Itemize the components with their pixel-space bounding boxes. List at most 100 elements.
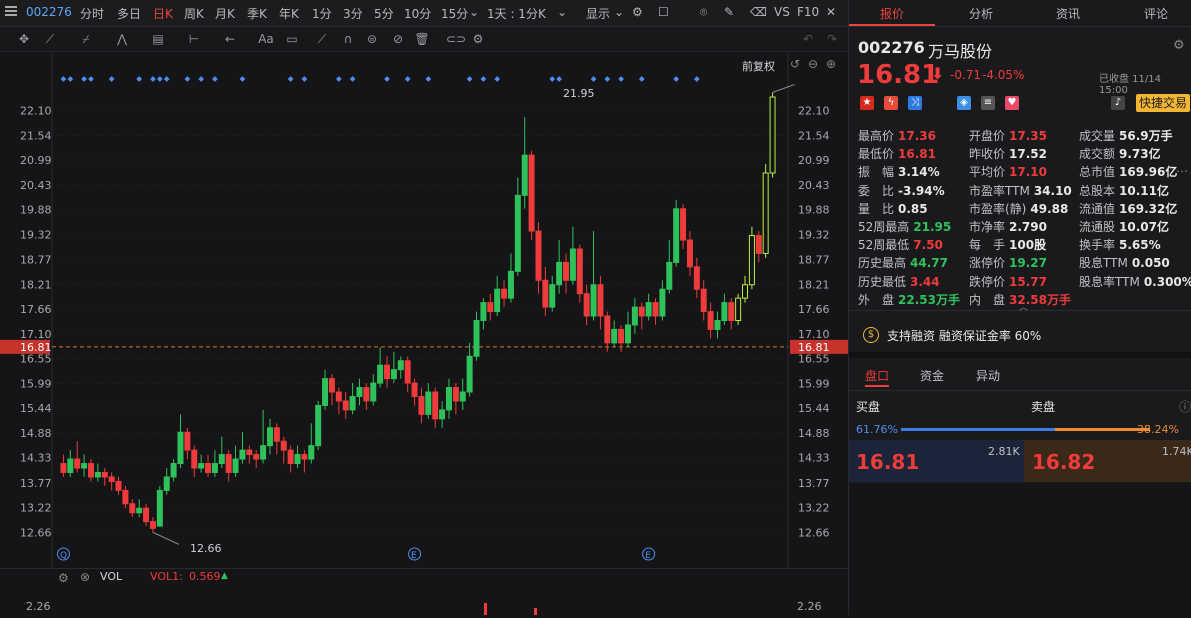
tab-funds[interactable]: 资金	[920, 367, 944, 384]
hide-icon[interactable]: ⊘	[390, 31, 406, 47]
candle-body	[521, 154, 528, 196]
lock-icon[interactable]: ⊜	[364, 31, 380, 47]
candle-body	[631, 306, 638, 326]
chevron-up-icon[interactable]: ︿	[1019, 300, 1028, 313]
channel-tool-icon[interactable]: ⌿	[78, 31, 94, 47]
chevron-down-icon[interactable]: ⌄	[614, 5, 624, 19]
crosshair-icon[interactable]: ✥	[16, 31, 32, 47]
kline-chart[interactable]: 16.81 16.81 QEE 22.10 21.54 20.99 20.43 19.88…	[0, 52, 848, 615]
gear-icon[interactable]: ⚙	[632, 5, 643, 19]
pencil-icon[interactable]: ✎	[724, 5, 734, 19]
zoom-out-icon[interactable]: ⊖	[808, 57, 818, 71]
tab-anomaly[interactable]: 异动	[976, 367, 1000, 384]
lightning-icon[interactable]: ϟ	[884, 96, 898, 110]
gear-icon[interactable]: ⚙	[58, 571, 69, 585]
measure-tool-icon[interactable]: ⊢	[186, 31, 202, 47]
comment-tool-icon[interactable]: ▭	[284, 31, 300, 47]
period-multiday[interactable]: 多日	[117, 5, 141, 22]
note-icon[interactable]: ≡	[981, 96, 995, 110]
bid-price: 16.81	[856, 450, 920, 474]
candle-body	[618, 328, 625, 344]
period-10min[interactable]: 10分	[404, 5, 431, 22]
menu-icon[interactable]	[4, 4, 18, 21]
text-tool-icon[interactable]: Aa	[258, 31, 274, 47]
period-intraday[interactable]: 分时	[80, 5, 104, 22]
bid-cell[interactable]: 16.81 2.81K	[849, 440, 1024, 482]
more-icon[interactable]: ⋯	[1176, 164, 1188, 178]
zoom-in-icon[interactable]: ⊕	[826, 57, 836, 71]
ask-cell[interactable]: 16.82 1.74K	[1024, 440, 1191, 482]
stat-value: 3.44	[910, 274, 940, 289]
link-icon[interactable]: ⊂⊃	[446, 31, 466, 47]
camera-icon[interactable]: ⌾	[700, 5, 707, 20]
chevron-down-icon[interactable]: ⌄	[557, 5, 567, 19]
tab-analysis[interactable]: 分析	[969, 5, 993, 22]
candle-body	[680, 208, 687, 241]
candle-body	[205, 463, 212, 473]
coin-icon: $	[863, 327, 879, 343]
tab-news[interactable]: 资讯	[1056, 5, 1080, 22]
gear-icon[interactable]: ⚙	[1173, 38, 1185, 53]
stat-value: 169.32亿	[1119, 201, 1178, 216]
square-icon[interactable]: ☐	[658, 5, 669, 19]
stat-label: 历史最低	[858, 274, 907, 289]
market-status: 已收盘 11/14 15:00	[1099, 74, 1161, 96]
brush-icon[interactable]: ⌫	[750, 5, 767, 19]
candle-body	[67, 458, 74, 473]
period-1min[interactable]: 1分	[312, 5, 332, 22]
price-tick-left: 13.22	[20, 501, 52, 514]
info-icon[interactable]: ⓘ	[1179, 398, 1191, 415]
close-icon[interactable]: ⊗	[80, 570, 90, 584]
close-icon[interactable]: ✕	[826, 5, 836, 19]
vol1-label: VOL1:	[150, 570, 183, 583]
candle-body	[583, 293, 590, 317]
shuffle-icon[interactable]: ⤨	[908, 96, 922, 110]
tab-comments[interactable]: 评论	[1144, 5, 1168, 22]
price-tick-left: 13.77	[20, 477, 52, 490]
trash-icon[interactable]: 🗑	[414, 31, 430, 47]
period-15min[interactable]: 15分	[441, 5, 468, 22]
reset-icon[interactable]: ↺	[790, 57, 800, 71]
period-quarterly[interactable]: 季K	[247, 5, 267, 22]
chevron-down-icon[interactable]: ⌄	[469, 5, 479, 19]
period-3min[interactable]: 3分	[343, 5, 363, 22]
period-monthly[interactable]: 月K	[215, 5, 235, 22]
tab-quote[interactable]: 报价	[880, 5, 904, 22]
adjust-mode[interactable]: 前复权	[742, 58, 775, 74]
f10-button[interactable]: F10	[797, 5, 819, 19]
candle-body	[225, 454, 232, 473]
arrow-tool-icon[interactable]: ←	[222, 31, 238, 47]
price-tick-left: 14.88	[20, 427, 52, 440]
heart-icon[interactable]: ♥	[1005, 96, 1019, 110]
stat-label: 开盘价	[969, 129, 1006, 143]
display-menu[interactable]: 显示	[586, 5, 610, 22]
bell-icon[interactable]: ♪	[1111, 96, 1125, 110]
candle-body	[528, 154, 535, 232]
price-tick-right: 12.66	[798, 526, 830, 539]
vol-label: VOL	[100, 570, 123, 583]
stat-item: 总市值 169.96亿	[1079, 163, 1177, 180]
magnet-icon[interactable]: ∩	[340, 31, 356, 47]
redo-icon[interactable]: ↷	[824, 31, 840, 47]
interval-select[interactable]: 1天 : 1分K	[487, 5, 546, 22]
wave-tool-icon[interactable]: ⋀	[114, 31, 130, 47]
period-yearly[interactable]: 年K	[279, 5, 299, 22]
candle-body	[542, 279, 549, 308]
candle-body	[569, 248, 576, 281]
undo-icon[interactable]: ↶	[800, 31, 816, 47]
quick-trade-button[interactable]: 快捷交易	[1136, 94, 1190, 112]
quote-change: -0.71	[950, 68, 982, 82]
stat-value: 5.65%	[1119, 238, 1161, 253]
period-weekly[interactable]: 周K	[184, 5, 204, 22]
settings-icon[interactable]: ⚙	[470, 31, 486, 47]
line-tool-icon[interactable]: ⟋	[42, 31, 58, 47]
candle-body	[673, 208, 680, 263]
tag-icon[interactable]: ◈	[957, 96, 971, 110]
fib-tool-icon[interactable]: ▤	[150, 31, 166, 47]
period-5min[interactable]: 5分	[374, 5, 394, 22]
period-daily[interactable]: 日K	[153, 5, 173, 22]
candle-body	[604, 315, 611, 344]
vs-button[interactable]: VS	[774, 5, 790, 19]
tab-orderbook[interactable]: 盘口	[865, 367, 889, 384]
eraser-tool-icon[interactable]: ⟋	[314, 31, 330, 47]
